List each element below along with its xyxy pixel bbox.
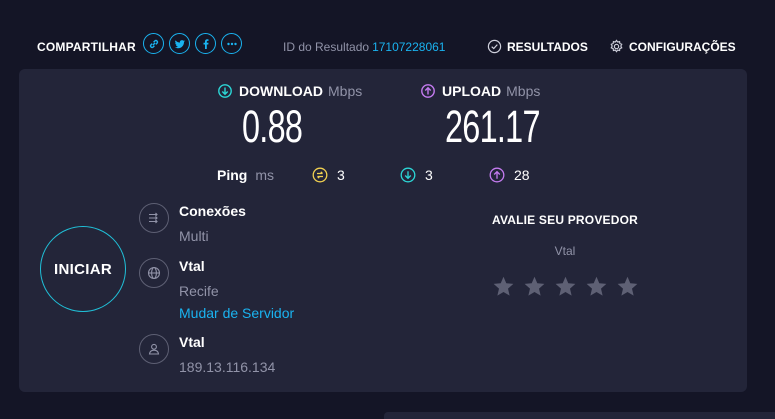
result-id: ID do Resultado 17107228061	[283, 40, 445, 54]
star-icon[interactable]	[616, 275, 639, 298]
upload-label: UPLOAD	[442, 83, 502, 99]
result-id-link[interactable]: 17107228061	[372, 40, 445, 54]
rate-provider: AVALIE SEU PROVEDOR Vtal	[480, 213, 650, 298]
ping-download: 3	[400, 167, 433, 183]
ping-idle: 3	[312, 167, 345, 183]
upload-ping-icon	[489, 167, 505, 183]
star-icon[interactable]	[523, 275, 546, 298]
ping-unit: ms	[255, 167, 275, 183]
server-name: Vtal	[179, 258, 205, 274]
download-ping-icon	[400, 167, 416, 183]
client-provider: Vtal	[179, 334, 205, 350]
download-metric: DOWNLOAD Mbps 0.88	[218, 83, 362, 153]
upload-unit: Mbps	[506, 83, 541, 99]
connections-icon	[139, 203, 169, 233]
ping-row: Ping ms 3 3 28	[217, 167, 530, 183]
download-arrow-icon	[218, 84, 232, 98]
facebook-icon[interactable]	[195, 33, 216, 54]
upload-arrow-icon	[421, 84, 435, 98]
upload-metric: UPLOAD Mbps 261.17	[421, 83, 577, 153]
connections-value[interactable]: Multi	[179, 228, 209, 244]
star-icon[interactable]	[554, 275, 577, 298]
check-circle-icon	[487, 39, 502, 54]
star-rating	[480, 275, 650, 298]
download-label: DOWNLOAD	[239, 83, 323, 99]
rate-title: AVALIE SEU PROVEDOR	[491, 213, 639, 227]
link-icon[interactable]	[143, 33, 164, 54]
change-server-link[interactable]: Mudar de Servidor	[179, 305, 294, 321]
globe-icon	[139, 258, 169, 288]
download-value: 0.88	[242, 101, 303, 152]
rate-provider-name: Vtal	[554, 244, 576, 258]
star-icon[interactable]	[492, 275, 515, 298]
next-panel-edge	[384, 412, 775, 419]
star-icon[interactable]	[585, 275, 608, 298]
ping-idle-value: 3	[337, 167, 345, 183]
settings-link[interactable]: CONFIGURAÇÕES	[609, 39, 736, 54]
share-icons	[143, 33, 242, 54]
client-ip: 189.13.116.134	[179, 359, 276, 375]
server-location: Recife	[179, 283, 219, 299]
ping-label: Ping	[217, 167, 248, 183]
user-icon	[139, 334, 169, 364]
download-unit: Mbps	[328, 83, 363, 99]
gear-icon	[610, 39, 623, 53]
settings-label: CONFIGURAÇÕES	[629, 39, 736, 54]
results-link[interactable]: RESULTADOS	[487, 39, 588, 54]
ping-download-value: 3	[425, 167, 433, 183]
start-button[interactable]: INICIAR	[40, 226, 126, 312]
result-id-label: ID do Resultado	[283, 40, 370, 54]
top-bar: COMPARTILHAR ID do Resultado 17107228061 …	[0, 28, 775, 64]
twitter-icon[interactable]	[169, 33, 190, 54]
ping-upload: 28	[489, 167, 530, 183]
results-label: RESULTADOS	[507, 39, 588, 54]
results-panel: DOWNLOAD Mbps 0.88 UPLOAD Mbps 261.17 Pi…	[19, 69, 747, 392]
idle-ping-icon	[312, 167, 328, 183]
upload-value: 261.17	[445, 101, 540, 152]
connections-title: Conexões	[179, 203, 246, 219]
ping-upload-value: 28	[514, 167, 530, 183]
share-label: COMPARTILHAR	[37, 40, 136, 54]
more-icon[interactable]	[221, 33, 242, 54]
